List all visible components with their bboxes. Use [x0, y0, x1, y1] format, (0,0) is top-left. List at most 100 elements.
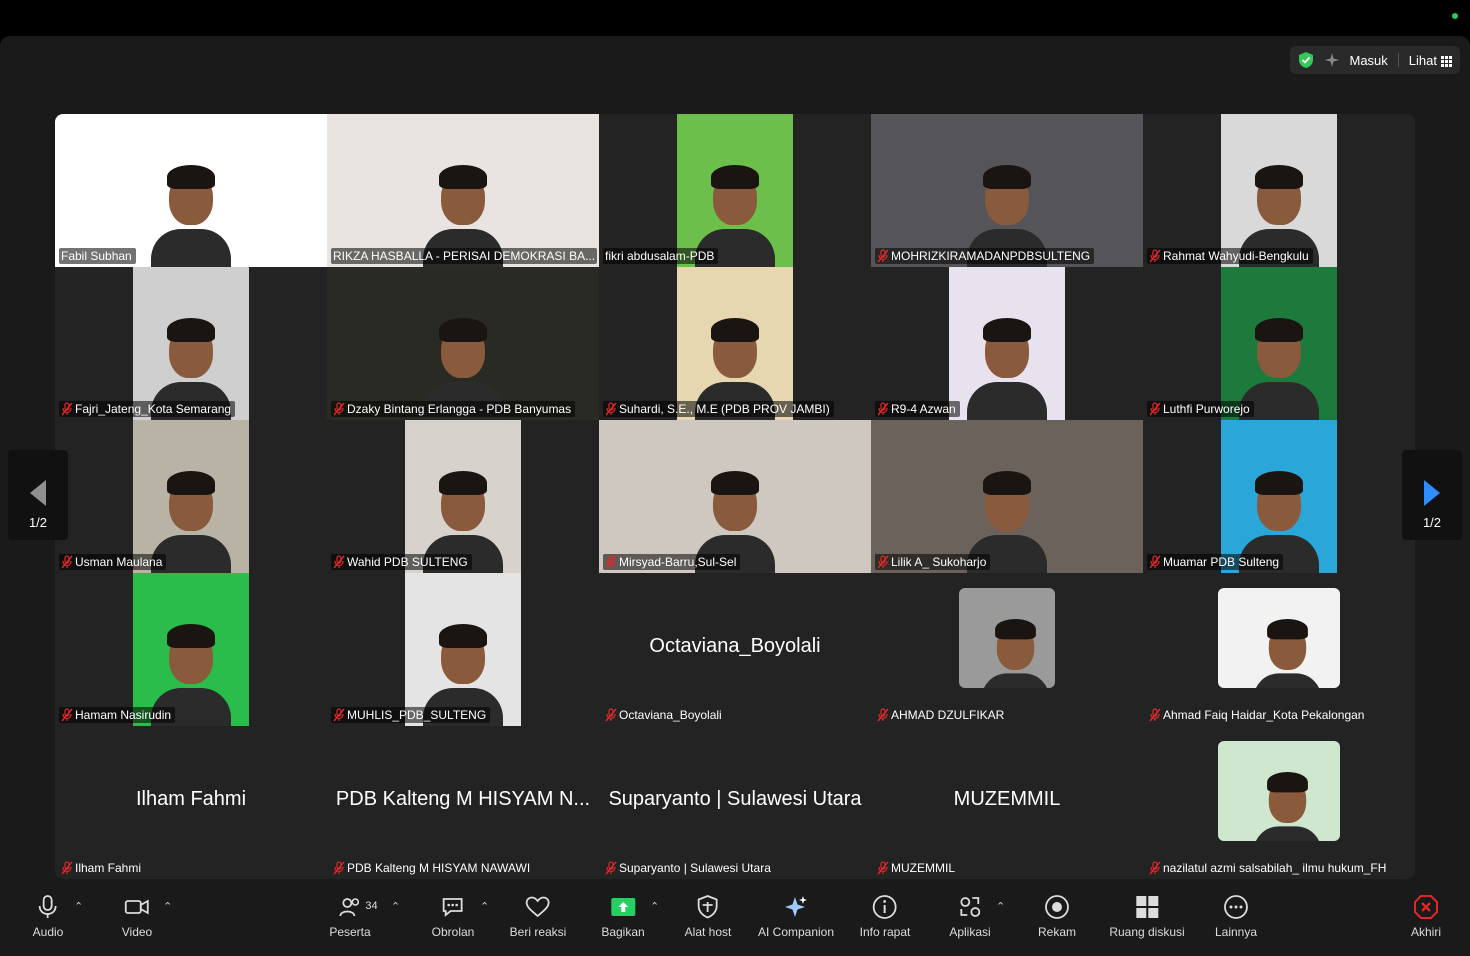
participant-tile[interactable]: Ahmad Faiq Haidar_Kota Pekalongan [1143, 573, 1415, 726]
participant-name: MUHLIS_PDB_SULTENG [347, 708, 487, 722]
participant-name-label: RIKZA HASBALLA - PERISAI DEMOKRASI BA... [331, 248, 597, 264]
participant-name: RIKZA HASBALLA - PERISAI DEMOKRASI BA... [333, 249, 596, 263]
end-meeting-icon [1413, 895, 1438, 919]
video-button[interactable]: Video [122, 894, 152, 939]
participant-name: Rahmat Wahyudi-Bengkulu [1163, 249, 1309, 263]
participant-tile[interactable]: MOHRIZKIRAMADANPDBSULTENG [871, 114, 1143, 267]
share-screen-button[interactable]: Bagikan [601, 894, 645, 939]
participant-tile[interactable]: Lilik A_ Sukoharjo [871, 420, 1143, 573]
participant-name: AHMAD DZULFIKAR [891, 708, 1005, 722]
grid-view-icon [1441, 55, 1452, 67]
participant-tile[interactable]: AHMAD DZULFIKAR [871, 573, 1143, 726]
participant-tile[interactable]: Usman Maulana [55, 420, 327, 573]
next-page-button[interactable]: 1/2 [1402, 450, 1462, 540]
chat-icon [443, 898, 463, 917]
participant-tile[interactable]: nazilatul azmi salsabilah_ ilmu hukum_FH [1143, 726, 1415, 879]
host-tools-button[interactable]: Alat host [684, 894, 732, 939]
mic-muted-icon [605, 402, 617, 416]
participant-tile[interactable]: MUZEMMIL MUZEMMIL [871, 726, 1143, 879]
participant-name: Mirsyad-Barru,Sul-Sel [619, 555, 737, 569]
breakout-rooms-button[interactable]: Ruang diskusi [1109, 894, 1185, 939]
security-shield-icon[interactable] [1298, 51, 1314, 69]
participant-video [327, 267, 599, 420]
participant-tile[interactable]: Hamam Nasirudin [55, 573, 327, 726]
mic-muted-icon [1149, 708, 1161, 722]
participant-name: Usman Maulana [75, 555, 163, 569]
participant-video [949, 267, 1065, 420]
ai-companion-button[interactable]: AI Companion [758, 894, 834, 939]
participant-tile[interactable]: Fajri_Jateng_Kota Semarang [55, 267, 327, 420]
participant-tile[interactable]: Muamar PDB Sulteng [1143, 420, 1415, 573]
meeting-info-label: Info rapat [859, 925, 911, 939]
participant-video [1221, 420, 1337, 573]
apps-button[interactable]: Aplikasi [949, 894, 991, 939]
mic-muted-icon [877, 861, 889, 875]
apps-icon [960, 897, 980, 917]
participant-tile[interactable]: Mirsyad-Barru,Sul-Sel [599, 420, 871, 573]
audio-button[interactable]: Audio [33, 894, 63, 939]
participant-tile[interactable]: R9-4 Azwan [871, 267, 1143, 420]
camera-indicator-icon [1452, 13, 1458, 19]
chevron-up-icon[interactable]: ⌃ [163, 900, 172, 913]
mic-muted-icon [333, 861, 345, 875]
participant-tile[interactable]: Suhardi, S.E., M.E (PDB PROV JAMBI) [599, 267, 871, 420]
chevron-up-icon[interactable]: ⌃ [391, 900, 400, 913]
participant-tile[interactable]: Suparyanto | Sulawesi Utara Suparyanto | … [599, 726, 871, 879]
host-tools-label: Alat host [684, 925, 732, 939]
page-indicator: 1/2 [28, 515, 48, 530]
mic-muted-icon [1149, 555, 1161, 569]
participant-display-name: Octaviana_Boyolali [649, 635, 821, 657]
previous-page-button[interactable]: 1/2 [8, 450, 68, 540]
login-link[interactable]: Masuk [1350, 53, 1388, 68]
participant-tile[interactable]: Octaviana_Boyolali Octaviana_Boyolali [599, 573, 871, 726]
chat-button[interactable]: Obrolan [432, 894, 474, 939]
participant-tile[interactable]: MUHLIS_PDB_SULTENG [327, 573, 599, 726]
gallery-view: Fabil Subhan RIKZA HASBALLA - PERISAI DEM… [55, 114, 1415, 879]
participant-tile[interactable]: RIKZA HASBALLA - PERISAI DEMOKRASI BA... [327, 114, 599, 267]
participant-name: Dzaky Bintang Erlangga - PDB Banyumas [347, 402, 572, 416]
host-shield-icon [698, 895, 718, 919]
mic-muted-icon [877, 249, 889, 263]
participant-name-label: MUZEMMIL [875, 860, 959, 876]
chevron-up-icon[interactable]: ⌃ [650, 900, 659, 913]
profile-picture [959, 588, 1055, 688]
participants-count: 34 [365, 900, 378, 912]
record-button[interactable]: Rekam [1038, 894, 1076, 939]
meeting-info-button[interactable]: Info rapat [859, 894, 911, 939]
mic-muted-icon [605, 708, 617, 722]
participants-button[interactable]: 34 Peserta [329, 894, 378, 939]
arrow-left-icon [30, 480, 46, 506]
mic-muted-icon [877, 402, 889, 416]
reactions-button[interactable]: Beri reaksi [510, 894, 566, 939]
participant-name: Fajri_Jateng_Kota Semarang [75, 402, 232, 416]
person-silhouette [981, 609, 1050, 688]
record-label: Rekam [1037, 925, 1077, 939]
more-icon [1224, 895, 1248, 919]
participant-tile[interactable]: Dzaky Bintang Erlangga - PDB Banyumas [327, 267, 599, 420]
apps-label: Aplikasi [949, 925, 991, 939]
chevron-up-icon[interactable]: ⌃ [74, 900, 83, 913]
participant-name-label: Muamar PDB Sulteng [1147, 554, 1284, 570]
mic-muted-icon [877, 708, 889, 722]
meeting-toolbar: Audio ⌃ Video ⌃ 34 Peserta ⌃ Obrolan ⌃ B… [0, 880, 1470, 956]
chevron-up-icon[interactable]: ⌃ [480, 900, 489, 913]
participant-tile[interactable]: Fabil Subhan [55, 114, 327, 267]
participant-tile[interactable]: Ilham Fahmi Ilham Fahmi [55, 726, 327, 879]
end-meeting-button[interactable]: Akhiri [1411, 894, 1441, 939]
participant-tile[interactable]: Luthfi Purworejo [1143, 267, 1415, 420]
view-button[interactable]: Lihat [1409, 53, 1452, 68]
participant-video [677, 114, 793, 267]
more-button[interactable]: Lainnya [1215, 894, 1257, 939]
sparkle-icon[interactable] [1324, 52, 1340, 68]
chevron-up-icon[interactable]: ⌃ [996, 900, 1005, 913]
participant-name-label: Fabil Subhan [59, 248, 136, 264]
mic-muted-icon [605, 861, 617, 875]
participant-tile[interactable]: PDB Kalteng M HISYAM N... PDB Kalteng M H… [327, 726, 599, 879]
participant-tile[interactable]: Wahid PDB SULTENG [327, 420, 599, 573]
participant-video [133, 420, 249, 573]
participant-name-label: MUHLIS_PDB_SULTENG [331, 707, 491, 723]
participant-tile[interactable]: Rahmat Wahyudi-Bengkulu [1143, 114, 1415, 267]
participant-name-label: Mirsyad-Barru,Sul-Sel [603, 554, 741, 570]
mic-muted-icon [61, 861, 73, 875]
participant-tile[interactable]: fikri abdusalam-PDB [599, 114, 871, 267]
